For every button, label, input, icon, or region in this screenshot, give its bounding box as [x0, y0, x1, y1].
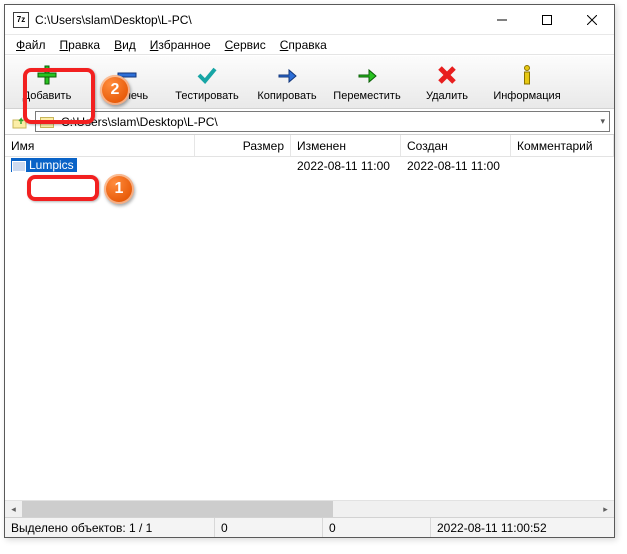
minimize-icon	[497, 15, 507, 25]
test-button[interactable]: Тестировать	[167, 57, 247, 107]
file-list[interactable]: Lumpics 2022-08-11 11:00 2022-08-11 11:0…	[5, 157, 614, 500]
move-button[interactable]: Переместить	[327, 57, 407, 107]
menubar: Файл Правка Вид Избранное Сервис Справка	[5, 35, 614, 55]
info-label: Информация	[493, 90, 560, 102]
minimize-button[interactable]	[479, 5, 524, 34]
arrow-right-green-icon	[356, 63, 378, 87]
delete-label: Удалить	[426, 90, 468, 102]
status-bar: Выделено объектов: 1 / 1 0 0 2022-08-11 …	[5, 517, 614, 537]
address-text: C:\Users\slam\Desktop\L-PC\	[61, 115, 218, 129]
scroll-track[interactable]	[22, 501, 597, 517]
copy-button[interactable]: Копировать	[247, 57, 327, 107]
app-icon: 7z	[13, 12, 29, 28]
menu-file[interactable]: Файл	[9, 37, 53, 53]
check-icon	[196, 63, 218, 87]
add-label: Добавить	[23, 90, 72, 102]
close-icon	[587, 15, 597, 25]
menu-view[interactable]: Вид	[107, 37, 143, 53]
col-name[interactable]: Имя	[5, 135, 195, 156]
maximize-icon	[542, 15, 552, 25]
status-time: 2022-08-11 11:00:52	[431, 518, 614, 537]
toolbar: Добавить Извлечь Тестировать Копировать …	[5, 55, 614, 109]
minus-icon	[116, 63, 138, 87]
x-icon	[436, 63, 458, 87]
test-label: Тестировать	[175, 90, 239, 102]
cell-created: 2022-08-11 11:00	[401, 159, 511, 173]
extract-button[interactable]: Извлечь	[87, 57, 167, 107]
plus-icon	[36, 63, 58, 87]
titlebar: 7z C:\Users\slam\Desktop\L-PC\	[5, 5, 614, 35]
extract-label: Извлечь	[106, 90, 148, 102]
item-name-text: Lumpics	[29, 158, 74, 172]
window-controls	[479, 5, 614, 34]
folder-up-icon	[12, 114, 28, 130]
scroll-right-icon[interactable]: ▸	[597, 501, 614, 518]
col-comment[interactable]: Комментарий	[511, 135, 614, 156]
move-label: Переместить	[333, 90, 400, 102]
menu-favorites[interactable]: Избранное	[143, 37, 218, 53]
status-col2: 0	[215, 518, 323, 537]
status-selection: Выделено объектов: 1 / 1	[5, 518, 215, 537]
up-button[interactable]	[9, 112, 31, 132]
list-item[interactable]: Lumpics 2022-08-11 11:00 2022-08-11 11:0…	[5, 157, 614, 175]
address-input[interactable]: C:\Users\slam\Desktop\L-PC\ ▾	[35, 111, 610, 132]
scroll-left-icon[interactable]: ◂	[5, 501, 22, 518]
column-headers: Имя Размер Изменен Создан Комментарий	[5, 135, 614, 157]
cell-modified: 2022-08-11 11:00	[291, 159, 401, 173]
delete-button[interactable]: Удалить	[407, 57, 487, 107]
col-created[interactable]: Создан	[401, 135, 511, 156]
status-col3: 0	[323, 518, 431, 537]
info-button[interactable]: Информация	[487, 57, 567, 107]
horizontal-scrollbar[interactable]: ◂ ▸	[5, 500, 614, 517]
col-size[interactable]: Размер	[195, 135, 291, 156]
scroll-thumb[interactable]	[22, 501, 333, 517]
menu-edit[interactable]: Правка	[53, 37, 108, 53]
folder-icon	[12, 161, 26, 172]
add-button[interactable]: Добавить	[7, 57, 87, 107]
folder-icon	[40, 117, 54, 128]
selected-folder: Lumpics	[11, 158, 77, 172]
col-modified[interactable]: Изменен	[291, 135, 401, 156]
chevron-down-icon[interactable]: ▾	[600, 116, 605, 127]
menu-help[interactable]: Справка	[273, 37, 334, 53]
info-icon	[516, 63, 538, 87]
close-button[interactable]	[569, 5, 614, 34]
copy-label: Копировать	[257, 90, 316, 102]
menu-tools[interactable]: Сервис	[218, 37, 273, 53]
window-title: C:\Users\slam\Desktop\L-PC\	[35, 13, 479, 27]
app-window: 7z C:\Users\slam\Desktop\L-PC\ Файл Прав…	[4, 4, 615, 538]
cell-name: Lumpics	[5, 158, 195, 174]
address-bar: C:\Users\slam\Desktop\L-PC\ ▾	[5, 109, 614, 135]
maximize-button[interactable]	[524, 5, 569, 34]
arrow-right-icon	[276, 63, 298, 87]
